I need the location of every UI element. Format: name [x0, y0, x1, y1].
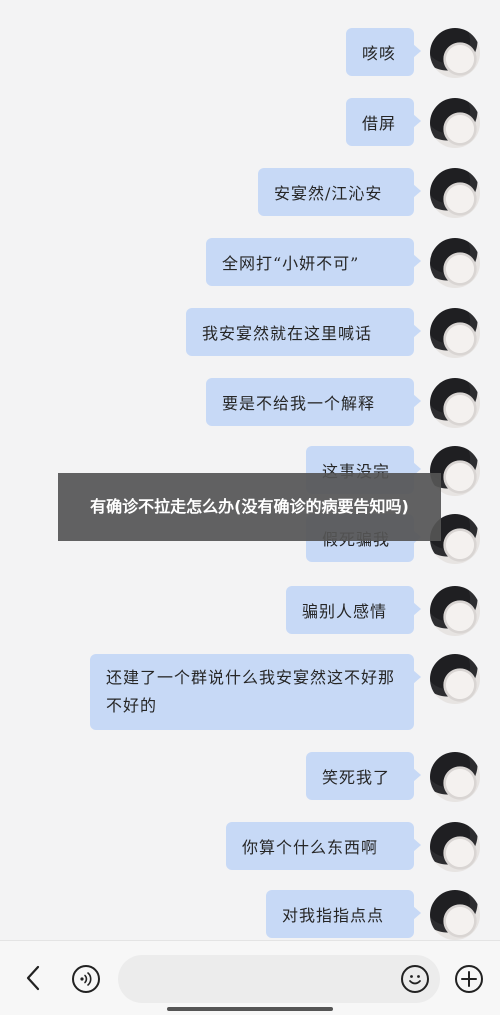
- message-text: 咳咳: [362, 44, 397, 63]
- avatar[interactable]: [430, 890, 480, 940]
- message-bubble[interactable]: 咳咳: [346, 28, 421, 76]
- avatar[interactable]: [430, 98, 480, 148]
- banner-title: 有确诊不拉走怎么办(没有确诊的病要告知吗): [90, 497, 409, 516]
- message-input[interactable]: [118, 955, 440, 1003]
- plus-circle-icon: [461, 971, 477, 987]
- message-row: 还建了一个群说什么我安宴然这不好那不好的: [0, 654, 500, 730]
- chevron-left-icon: [26, 965, 40, 991]
- avatar[interactable]: [430, 586, 480, 636]
- message-text: 借屏: [362, 114, 397, 133]
- message-row: 你算个什么东西啊: [0, 822, 500, 882]
- message-bubble[interactable]: 全网打“小妍不可”: [206, 238, 421, 286]
- article-title-banner: 有确诊不拉走怎么办(没有确诊的病要告知吗): [58, 473, 441, 541]
- message-text: 要是不给我一个解释: [222, 394, 376, 413]
- message-text: 我安宴然就在这里喊话: [202, 324, 373, 343]
- message-bubble[interactable]: 笑死我了: [306, 752, 421, 800]
- avatar[interactable]: [430, 822, 480, 872]
- message-row: 借屏: [0, 98, 500, 158]
- home-indicator: [167, 1007, 333, 1011]
- message-row: 笑死我了: [0, 752, 500, 812]
- avatar[interactable]: [430, 378, 480, 428]
- message-row: 全网打“小妍不可”: [0, 238, 500, 298]
- avatar[interactable]: [430, 654, 480, 704]
- message-text: 骗别人感情: [302, 602, 388, 621]
- avatar[interactable]: [430, 308, 480, 358]
- chat-message-list[interactable]: 咳咳 借屏 安宴然/江沁安 全网打“小妍不可” 我安宴然就在这里喊话 要是不给我…: [0, 0, 500, 940]
- message-text: 你算个什么东西啊: [242, 838, 379, 857]
- avatar[interactable]: [430, 28, 480, 78]
- avatar[interactable]: [430, 238, 480, 288]
- message-text: 安宴然/江沁安: [274, 184, 383, 203]
- message-row: 我安宴然就在这里喊话: [0, 308, 500, 368]
- message-bubble[interactable]: 安宴然/江沁安: [258, 168, 421, 216]
- emoji-button[interactable]: [401, 965, 429, 993]
- message-text: 笑死我了: [322, 768, 391, 787]
- message-row: 安宴然/江沁安: [0, 168, 500, 228]
- voice-button[interactable]: [72, 965, 100, 993]
- more-button[interactable]: [455, 965, 483, 993]
- message-bubble[interactable]: 对我指指点点: [266, 890, 421, 938]
- message-text: 还建了一个群说什么我安宴然这不好那不好的: [106, 668, 396, 715]
- avatar[interactable]: [430, 752, 480, 802]
- voice-wave-icon: [80, 972, 92, 986]
- message-row: 骗别人感情: [0, 586, 500, 646]
- message-text: 对我指指点点: [282, 906, 385, 925]
- message-bubble[interactable]: 你算个什么东西啊: [226, 822, 421, 870]
- message-bubble[interactable]: 我安宴然就在这里喊话: [186, 308, 421, 356]
- back-button[interactable]: [20, 963, 46, 993]
- smiley-icon: [409, 975, 421, 985]
- message-input-bar: [0, 940, 500, 1015]
- message-bubble[interactable]: 骗别人感情: [286, 586, 421, 634]
- message-bubble[interactable]: 还建了一个群说什么我安宴然这不好那不好的: [90, 654, 421, 730]
- message-bubble[interactable]: 要是不给我一个解释: [206, 378, 421, 426]
- message-bubble[interactable]: 借屏: [346, 98, 421, 146]
- avatar[interactable]: [430, 168, 480, 218]
- message-row: 咳咳: [0, 28, 500, 88]
- message-text: 全网打“小妍不可”: [222, 254, 360, 273]
- message-row: 要是不给我一个解释: [0, 378, 500, 438]
